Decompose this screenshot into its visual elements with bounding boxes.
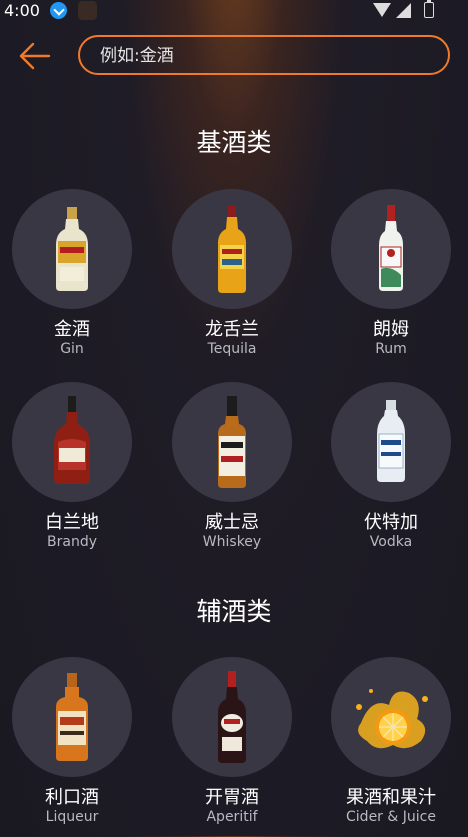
status-time: 4:00 (4, 1, 40, 20)
section-title-base-spirits: 基酒类 (196, 128, 272, 157)
wifi-icon (373, 3, 391, 17)
whiskey-bottle-icon (218, 396, 246, 488)
category-name: 果酒和果汁 (346, 787, 436, 808)
category-subtitle: Brandy (47, 534, 97, 550)
category-tequila[interactable]: 龙舌兰 Tequila (162, 189, 302, 369)
category-whiskey[interactable]: 威士忌 Whiskey (162, 382, 302, 562)
aperitif-bottle-icon (218, 671, 246, 763)
category-cider-juice[interactable]: 果酒和果汁 Cider & Juice (321, 657, 461, 837)
category-aperitif[interactable]: 开胃酒 Aperitif (162, 657, 302, 837)
category-name: 龙舌兰 (205, 319, 259, 340)
battery-icon (424, 0, 434, 18)
category-liqueur[interactable]: 利口酒 Liqueur (2, 657, 142, 837)
section-title-modifiers: 辅酒类 (196, 597, 272, 626)
signal-icon (396, 3, 411, 18)
category-subtitle: Vodka (369, 534, 413, 550)
category-name: 利口酒 (45, 787, 99, 808)
status-bar: 4:00 (0, 0, 468, 22)
back-button[interactable] (18, 40, 52, 72)
base-spirits-grid: 金酒 Gin 龙舌兰 Tequila 朗姆 Rum 白兰地 Brandy 威士忌… (0, 189, 468, 550)
category-subtitle: Gin (60, 341, 84, 357)
search-box[interactable] (78, 35, 450, 75)
brandy-bottle-icon (54, 396, 90, 484)
category-subtitle: Liqueur (45, 809, 99, 825)
category-vodka[interactable]: 伏特加 Vodka (321, 382, 461, 562)
app-notification-icon (78, 1, 97, 20)
category-name: 白兰地 (45, 512, 99, 533)
category-subtitle: Whiskey (202, 534, 262, 550)
category-rum[interactable]: 朗姆 Rum (321, 189, 461, 369)
category-name: 开胃酒 (205, 787, 259, 808)
search-input[interactable] (98, 37, 432, 75)
category-gin[interactable]: 金酒 Gin (2, 189, 142, 369)
orange-splash-icon (356, 689, 428, 749)
category-name: 金酒 (54, 319, 90, 340)
liqueur-bottle-icon (56, 673, 88, 761)
category-subtitle: Rum (375, 341, 407, 357)
category-subtitle: Cider & Juice (346, 809, 436, 825)
category-name: 朗姆 (373, 319, 409, 340)
category-subtitle: Aperitif (206, 809, 258, 825)
category-subtitle: Tequila (207, 341, 257, 357)
rum-bottle-icon (379, 205, 403, 291)
download-icon (50, 2, 67, 19)
tequila-bottle-icon (218, 205, 246, 293)
category-name: 威士忌 (205, 512, 259, 533)
modifiers-grid: 利口酒 Liqueur 开胃酒 Aperitif 果酒和果汁 Cider & J… (0, 657, 468, 837)
category-brandy[interactable]: 白兰地 Brandy (2, 382, 142, 562)
gin-bottle-icon (56, 207, 88, 291)
arrow-left-icon (19, 42, 51, 70)
vodka-bottle-icon (377, 400, 405, 482)
category-name: 伏特加 (364, 512, 418, 533)
